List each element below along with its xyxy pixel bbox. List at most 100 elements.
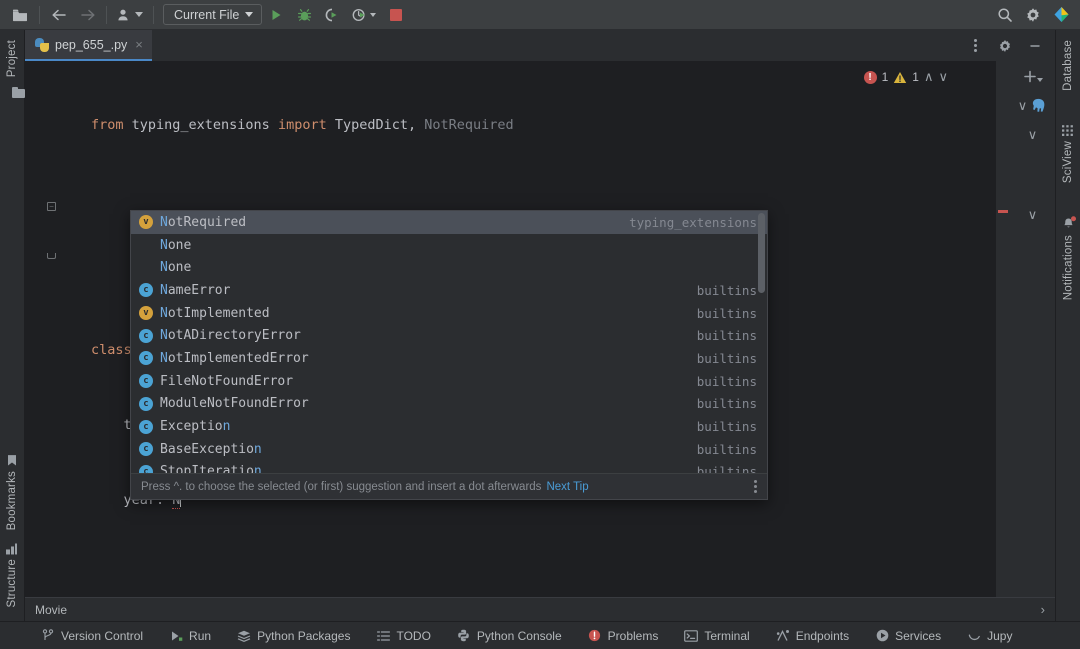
- class-icon: c: [139, 397, 153, 411]
- code-completion-popup[interactable]: vNotRequiredtyping_extensions None None …: [130, 210, 768, 500]
- class-icon: c: [139, 420, 153, 434]
- vcs-person-icon[interactable]: [113, 4, 147, 26]
- editor-gutter[interactable]: −: [25, 61, 63, 597]
- project-folder-icon[interactable]: [7, 4, 33, 26]
- collapse-chevron-icon-3[interactable]: ∨: [1028, 207, 1038, 222]
- completion-item[interactable]: cNotADirectoryErrorbuiltins: [131, 324, 767, 347]
- sidebar-item-database[interactable]: Database: [1062, 34, 1074, 97]
- breadcrumb-expand-icon[interactable]: ›: [1041, 602, 1045, 617]
- status-item-version-control[interactable]: Version Control: [28, 622, 156, 649]
- completion-item[interactable]: cNameErrorbuiltins: [131, 279, 767, 302]
- error-count: 1: [882, 70, 889, 84]
- chevron-down-icon: [245, 12, 253, 17]
- status-item-services[interactable]: Services: [862, 622, 954, 649]
- debug-button[interactable]: [291, 4, 317, 26]
- status-item-label: Terminal: [704, 629, 749, 643]
- stop-button[interactable]: [383, 4, 409, 26]
- collapse-chevron-icon[interactable]: ∨: [1018, 98, 1028, 114]
- notifications-bell-icon: [1062, 217, 1075, 230]
- completion-item[interactable]: cModuleNotFoundErrorbuiltins: [131, 393, 767, 416]
- completion-options-kebab-icon[interactable]: [754, 480, 757, 493]
- toolbar-divider-3: [153, 6, 154, 24]
- sidebar-item-notifications[interactable]: Notifications: [1062, 211, 1075, 306]
- sidebar-item-label: Project: [6, 40, 18, 77]
- warning-icon: [893, 71, 907, 84]
- status-bar: Version Control Run Python Packages TODO…: [0, 621, 1080, 649]
- completion-item[interactable]: vNotImplementedbuiltins: [131, 302, 767, 325]
- editor-tab-bar: pep_655_.py ×: [25, 30, 1055, 61]
- code-fold-toggle-class[interactable]: −: [47, 202, 56, 211]
- completion-item[interactable]: cNotImplementedErrorbuiltins: [131, 347, 767, 370]
- completion-item[interactable]: cFileNotFoundErrorbuiltins: [131, 370, 767, 393]
- close-icon[interactable]: ×: [135, 38, 143, 51]
- status-item-label: TODO: [396, 629, 430, 643]
- run-with-coverage-button[interactable]: [319, 4, 345, 26]
- completion-scrollbar[interactable]: [758, 213, 765, 293]
- sidebar-item-bookmarks[interactable]: Bookmarks: [6, 448, 18, 536]
- status-item-label: Problems: [608, 629, 659, 643]
- breadcrumb-path[interactable]: Movie: [35, 603, 67, 617]
- toolbar-divider: [39, 6, 40, 24]
- previous-problem-icon[interactable]: ∧: [924, 69, 934, 85]
- run-button[interactable]: [263, 4, 289, 26]
- editor-tab-pep-655[interactable]: pep_655_.py ×: [25, 30, 152, 61]
- branch-icon: [41, 629, 55, 643]
- completion-item[interactable]: cExceptionbuiltins: [131, 415, 767, 438]
- status-item-todo[interactable]: TODO: [363, 622, 443, 649]
- next-problem-icon[interactable]: ∨: [938, 69, 948, 85]
- sidebar-item-label: Structure: [6, 559, 18, 607]
- hide-tool-window-icon[interactable]: [1022, 35, 1048, 57]
- class-icon: c: [139, 329, 153, 343]
- no-icon: [139, 238, 153, 252]
- account-avatar[interactable]: [1048, 4, 1074, 26]
- sidebar-item-sciview[interactable]: SciView: [1062, 119, 1074, 189]
- status-item-run[interactable]: Run: [156, 622, 224, 649]
- status-item-label: Python Console: [477, 629, 562, 643]
- status-item-label: Endpoints: [796, 629, 849, 643]
- inlay-add-icon[interactable]: [1022, 69, 1043, 85]
- run-configuration-selector[interactable]: Current File: [163, 4, 262, 25]
- run-icon: [169, 629, 183, 643]
- error-stripe-mark[interactable]: [998, 210, 1008, 213]
- status-item-label: Run: [189, 629, 211, 643]
- next-tip-link[interactable]: Next Tip: [546, 481, 588, 493]
- completion-item[interactable]: vNotRequiredtyping_extensions: [131, 211, 767, 234]
- status-item-python-console[interactable]: Python Console: [444, 622, 575, 649]
- profile-button[interactable]: [347, 4, 381, 26]
- status-item-jupyter[interactable]: Jupy: [954, 622, 1025, 649]
- navigate-forward-icon[interactable]: [74, 4, 100, 26]
- error-stripe-gutter[interactable]: [996, 61, 1010, 597]
- class-icon: c: [139, 442, 153, 456]
- status-item-problems[interactable]: Problems: [575, 622, 672, 649]
- status-item-terminal[interactable]: Terminal: [671, 622, 762, 649]
- class-icon: c: [139, 351, 153, 365]
- completion-item[interactable]: None: [131, 256, 767, 279]
- status-item-python-packages[interactable]: Python Packages: [224, 622, 363, 649]
- search-everywhere-icon[interactable]: [992, 4, 1018, 26]
- completion-item[interactable]: None: [131, 234, 767, 257]
- editor-options-kebab-icon[interactable]: [962, 35, 988, 57]
- completion-tip-bar: Press ^. to choose the selected (or firs…: [131, 473, 767, 499]
- structure-icon: [7, 543, 18, 554]
- sidebar-item-label: Database: [1062, 40, 1074, 91]
- collapse-chevron-icon-2[interactable]: ∨: [1028, 127, 1038, 142]
- completion-item[interactable]: cBaseExceptionbuiltins: [131, 438, 767, 461]
- navigate-back-icon[interactable]: [46, 4, 72, 26]
- variable-icon: v: [139, 306, 153, 320]
- settings-gear-icon[interactable]: [1020, 4, 1046, 26]
- inspection-summary-widget[interactable]: ! 1 1 ∧ ∨: [864, 69, 948, 85]
- bookmark-icon: [7, 454, 17, 466]
- sidebar-item-project[interactable]: Project: [6, 34, 18, 83]
- elephant-postgres-icon[interactable]: [1031, 97, 1047, 114]
- error-icon: !: [864, 71, 877, 84]
- left-tool-strip: Project Bookmarks Structure: [0, 30, 25, 621]
- sidebar-item-structure[interactable]: Structure: [6, 537, 18, 613]
- problems-icon: [588, 629, 602, 643]
- editor-settings-gear-icon[interactable]: [992, 35, 1018, 57]
- sidebar-item-label: Bookmarks: [6, 471, 18, 530]
- completion-item[interactable]: cStopIterationbuiltins: [131, 461, 767, 474]
- breadcrumb[interactable]: Movie ›: [25, 597, 1055, 621]
- sidebar-item-label: Notifications: [1062, 235, 1074, 300]
- completion-list[interactable]: vNotRequiredtyping_extensions None None …: [131, 211, 767, 473]
- status-item-endpoints[interactable]: Endpoints: [763, 622, 862, 649]
